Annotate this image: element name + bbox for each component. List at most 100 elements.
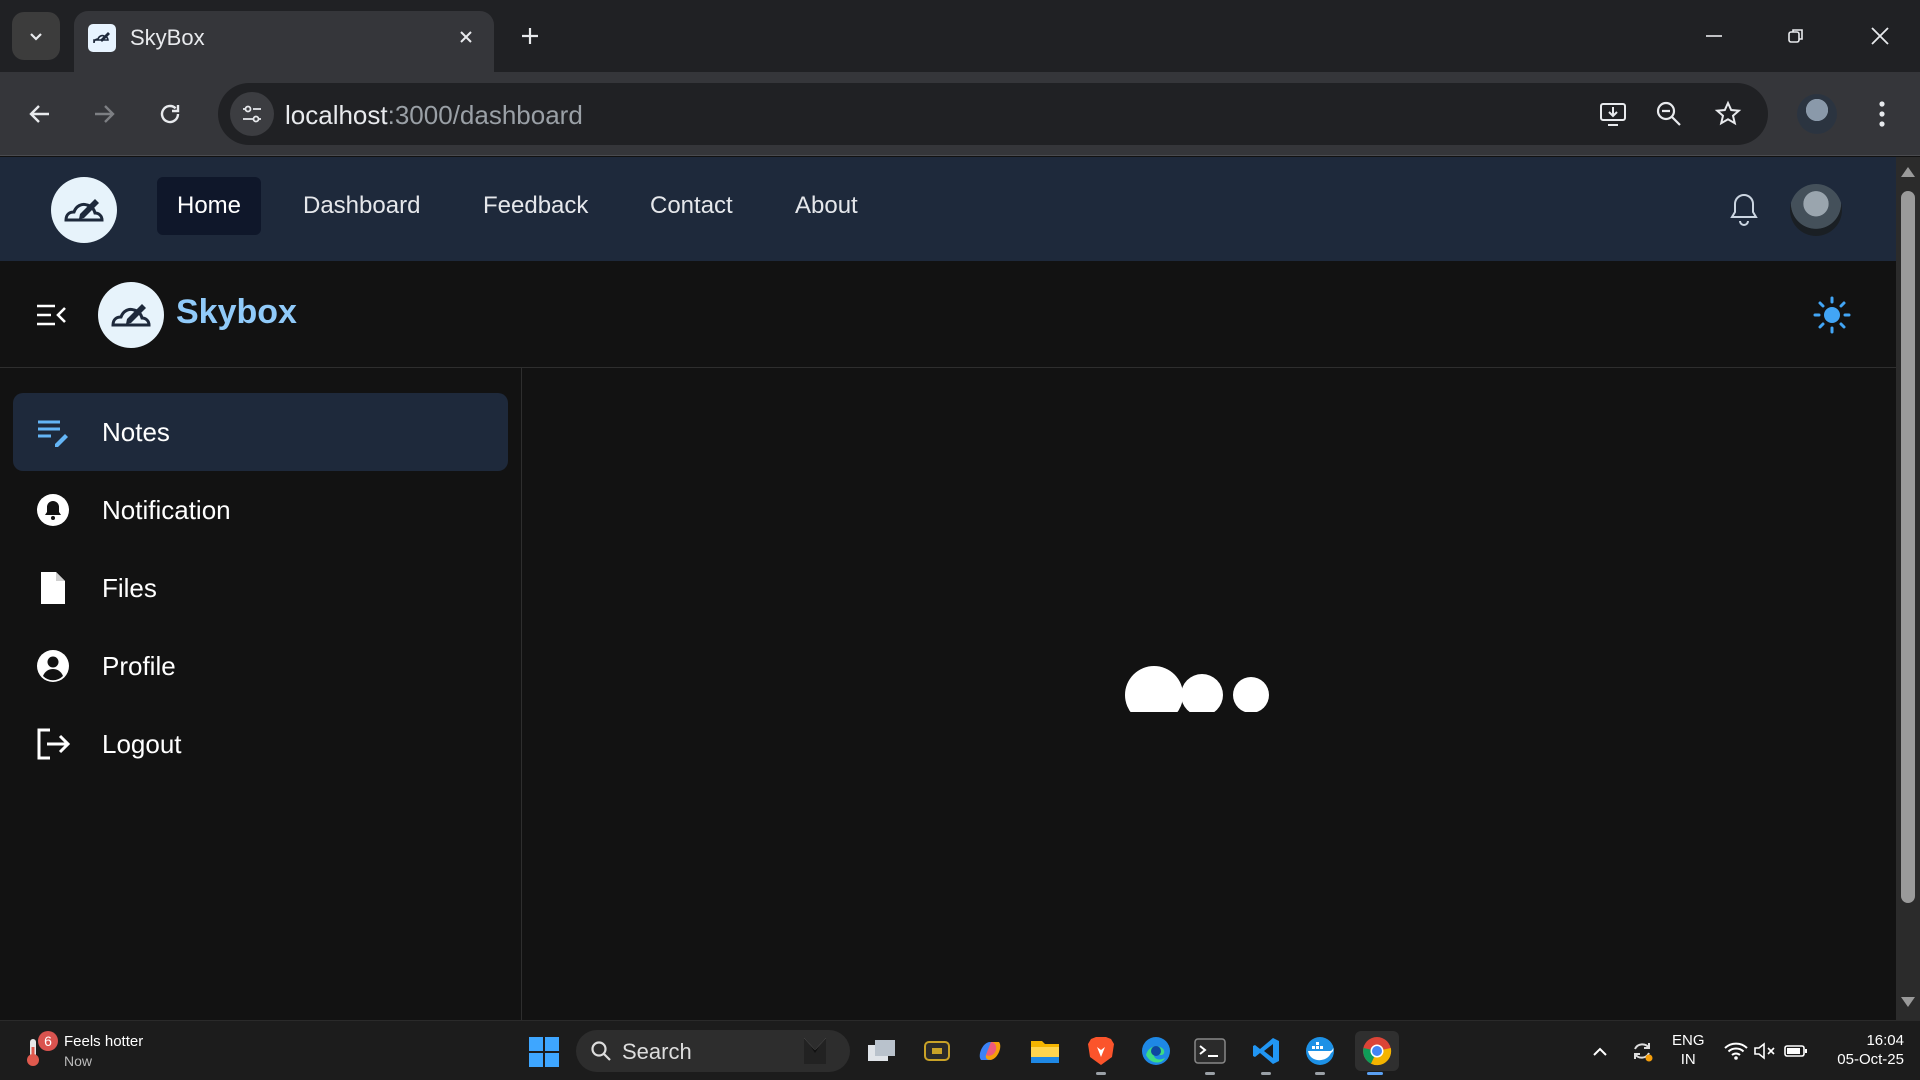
close-icon xyxy=(460,31,472,43)
forward-button[interactable] xyxy=(82,92,126,136)
wifi-icon xyxy=(1724,1042,1748,1060)
taskbar-app-edge[interactable] xyxy=(1136,1031,1176,1071)
theme-toggle-button[interactable] xyxy=(1810,293,1854,337)
address-bar[interactable]: localhost:3000/dashboard xyxy=(218,83,1768,145)
scroll-down-arrow[interactable] xyxy=(1901,995,1915,1009)
url-path: :3000/dashboard xyxy=(387,100,583,130)
sidebar-item-label: Notes xyxy=(102,416,170,447)
notifications-button[interactable] xyxy=(1724,187,1764,231)
taskbar-app-copilot[interactable] xyxy=(970,1031,1010,1071)
brand-logo xyxy=(98,282,164,348)
sun-icon xyxy=(1813,296,1851,334)
new-tab-button[interactable] xyxy=(512,18,548,54)
taskbar-app-widget[interactable] xyxy=(917,1031,957,1071)
taskbar-app-explorer[interactable] xyxy=(1025,1031,1065,1071)
show-hidden-icons-button[interactable] xyxy=(1588,1039,1612,1063)
logout-icon xyxy=(33,724,73,764)
windows-start-icon[interactable] xyxy=(528,1036,560,1068)
battery-tray-button[interactable] xyxy=(1784,1039,1808,1063)
install-icon xyxy=(1600,103,1626,126)
nav-link-feedback[interactable]: Feedback xyxy=(463,177,608,235)
wifi-tray-button[interactable] xyxy=(1724,1039,1748,1063)
taskbar-app-brave[interactable] xyxy=(1081,1031,1121,1075)
system-clock[interactable]: 16:04 05-Oct-25 xyxy=(1820,1031,1904,1069)
nav-link-home[interactable]: Home xyxy=(157,177,262,235)
app-running-indicator xyxy=(1367,1072,1383,1075)
tuxedo-icon xyxy=(804,1038,826,1064)
browser-tab[interactable]: SkyBox xyxy=(74,11,494,72)
install-app-button[interactable] xyxy=(1594,95,1632,133)
browser-profile-avatar[interactable] xyxy=(1797,94,1837,134)
folder-icon xyxy=(1031,1041,1059,1063)
reload-button[interactable] xyxy=(148,92,192,136)
loading-indicator xyxy=(1125,666,1271,714)
app-running-indicator xyxy=(1315,1072,1325,1075)
tab-search-button[interactable] xyxy=(12,12,60,60)
volume-tray-button[interactable] xyxy=(1753,1039,1777,1063)
menu-toggle-button[interactable] xyxy=(32,296,70,334)
sync-icon xyxy=(1634,1043,1653,1062)
search-icon xyxy=(591,1041,611,1061)
taskbar-app-chrome[interactable] xyxy=(1355,1031,1399,1075)
triangle-down-icon xyxy=(1901,997,1915,1007)
taskbar-app-docker[interactable] xyxy=(1300,1031,1340,1075)
sidebar: Notes Notification Files Profile Logout xyxy=(0,368,522,1020)
sidebar-item-label: Logout xyxy=(102,728,182,759)
url-text: localhost:3000/dashboard xyxy=(285,100,583,131)
terminal-icon xyxy=(1194,1038,1226,1064)
clock-date: 05-Oct-25 xyxy=(1837,1051,1904,1068)
sidebar-item-files[interactable]: Files xyxy=(13,549,508,627)
taskbar-task-view[interactable] xyxy=(862,1031,902,1071)
weather-title: Feels hotter xyxy=(64,1033,144,1050)
star-icon xyxy=(1714,100,1742,126)
bookmark-button[interactable] xyxy=(1709,95,1747,133)
sync-tray-button[interactable] xyxy=(1630,1039,1654,1063)
weather-widget[interactable]: 6 Feels hotter Now xyxy=(24,1029,154,1073)
back-button[interactable] xyxy=(18,92,62,136)
docker-icon xyxy=(1306,1037,1334,1065)
nav-link-dashboard[interactable]: Dashboard xyxy=(283,177,440,235)
bell-icon xyxy=(33,490,73,530)
favicon xyxy=(88,24,116,52)
task-view-icon xyxy=(868,1040,895,1061)
close-window-button[interactable] xyxy=(1850,12,1910,60)
zoom-button[interactable] xyxy=(1650,95,1688,133)
taskbar-search[interactable]: Search xyxy=(576,1030,850,1072)
user-avatar[interactable] xyxy=(1790,184,1842,236)
tab-title: SkyBox xyxy=(130,25,205,50)
sidebar-item-profile[interactable]: Profile xyxy=(13,627,508,705)
page-scrollbar[interactable] xyxy=(1896,157,1920,1020)
sidebar-item-label: Files xyxy=(102,572,157,603)
restore-button[interactable] xyxy=(1766,12,1826,60)
taskbar-app-terminal[interactable] xyxy=(1190,1031,1230,1075)
tune-icon xyxy=(243,105,261,123)
notes-icon xyxy=(33,412,73,452)
scroll-thumb[interactable] xyxy=(1901,191,1915,903)
browser-tab-strip: SkyBox xyxy=(0,0,1920,72)
arrow-left-icon xyxy=(29,105,49,123)
copilot-icon xyxy=(979,1042,1001,1060)
weather-badge: 6 xyxy=(38,1031,58,1051)
navbar-logo[interactable] xyxy=(51,177,117,243)
sidebar-item-notes[interactable]: Notes xyxy=(13,393,508,471)
close-tab-button[interactable] xyxy=(452,23,480,51)
minimize-button[interactable] xyxy=(1684,12,1744,60)
nav-link-about[interactable]: About xyxy=(775,177,878,235)
scroll-up-arrow[interactable] xyxy=(1901,165,1915,179)
reload-icon xyxy=(160,104,180,124)
top-navbar: Home Dashboard Feedback Contact About xyxy=(0,157,1896,261)
search-label: Search xyxy=(622,1039,692,1064)
file-icon xyxy=(33,568,73,608)
sidebar-item-notification[interactable]: Notification xyxy=(13,471,508,549)
sidebar-item-logout[interactable]: Logout xyxy=(13,705,508,783)
browser-menu-button[interactable] xyxy=(1862,92,1902,136)
nav-link-contact[interactable]: Contact xyxy=(630,177,753,235)
skybox-logo-icon xyxy=(64,199,104,222)
weather-subtitle: Now xyxy=(64,1053,93,1069)
brand-name: Skybox xyxy=(176,293,297,331)
taskbar-app-vscode[interactable] xyxy=(1246,1031,1286,1075)
site-info-button[interactable] xyxy=(230,92,274,136)
more-vert-icon xyxy=(1879,101,1885,127)
language-indicator[interactable]: ENG IN xyxy=(1672,1031,1705,1069)
app-running-indicator xyxy=(1096,1072,1106,1075)
